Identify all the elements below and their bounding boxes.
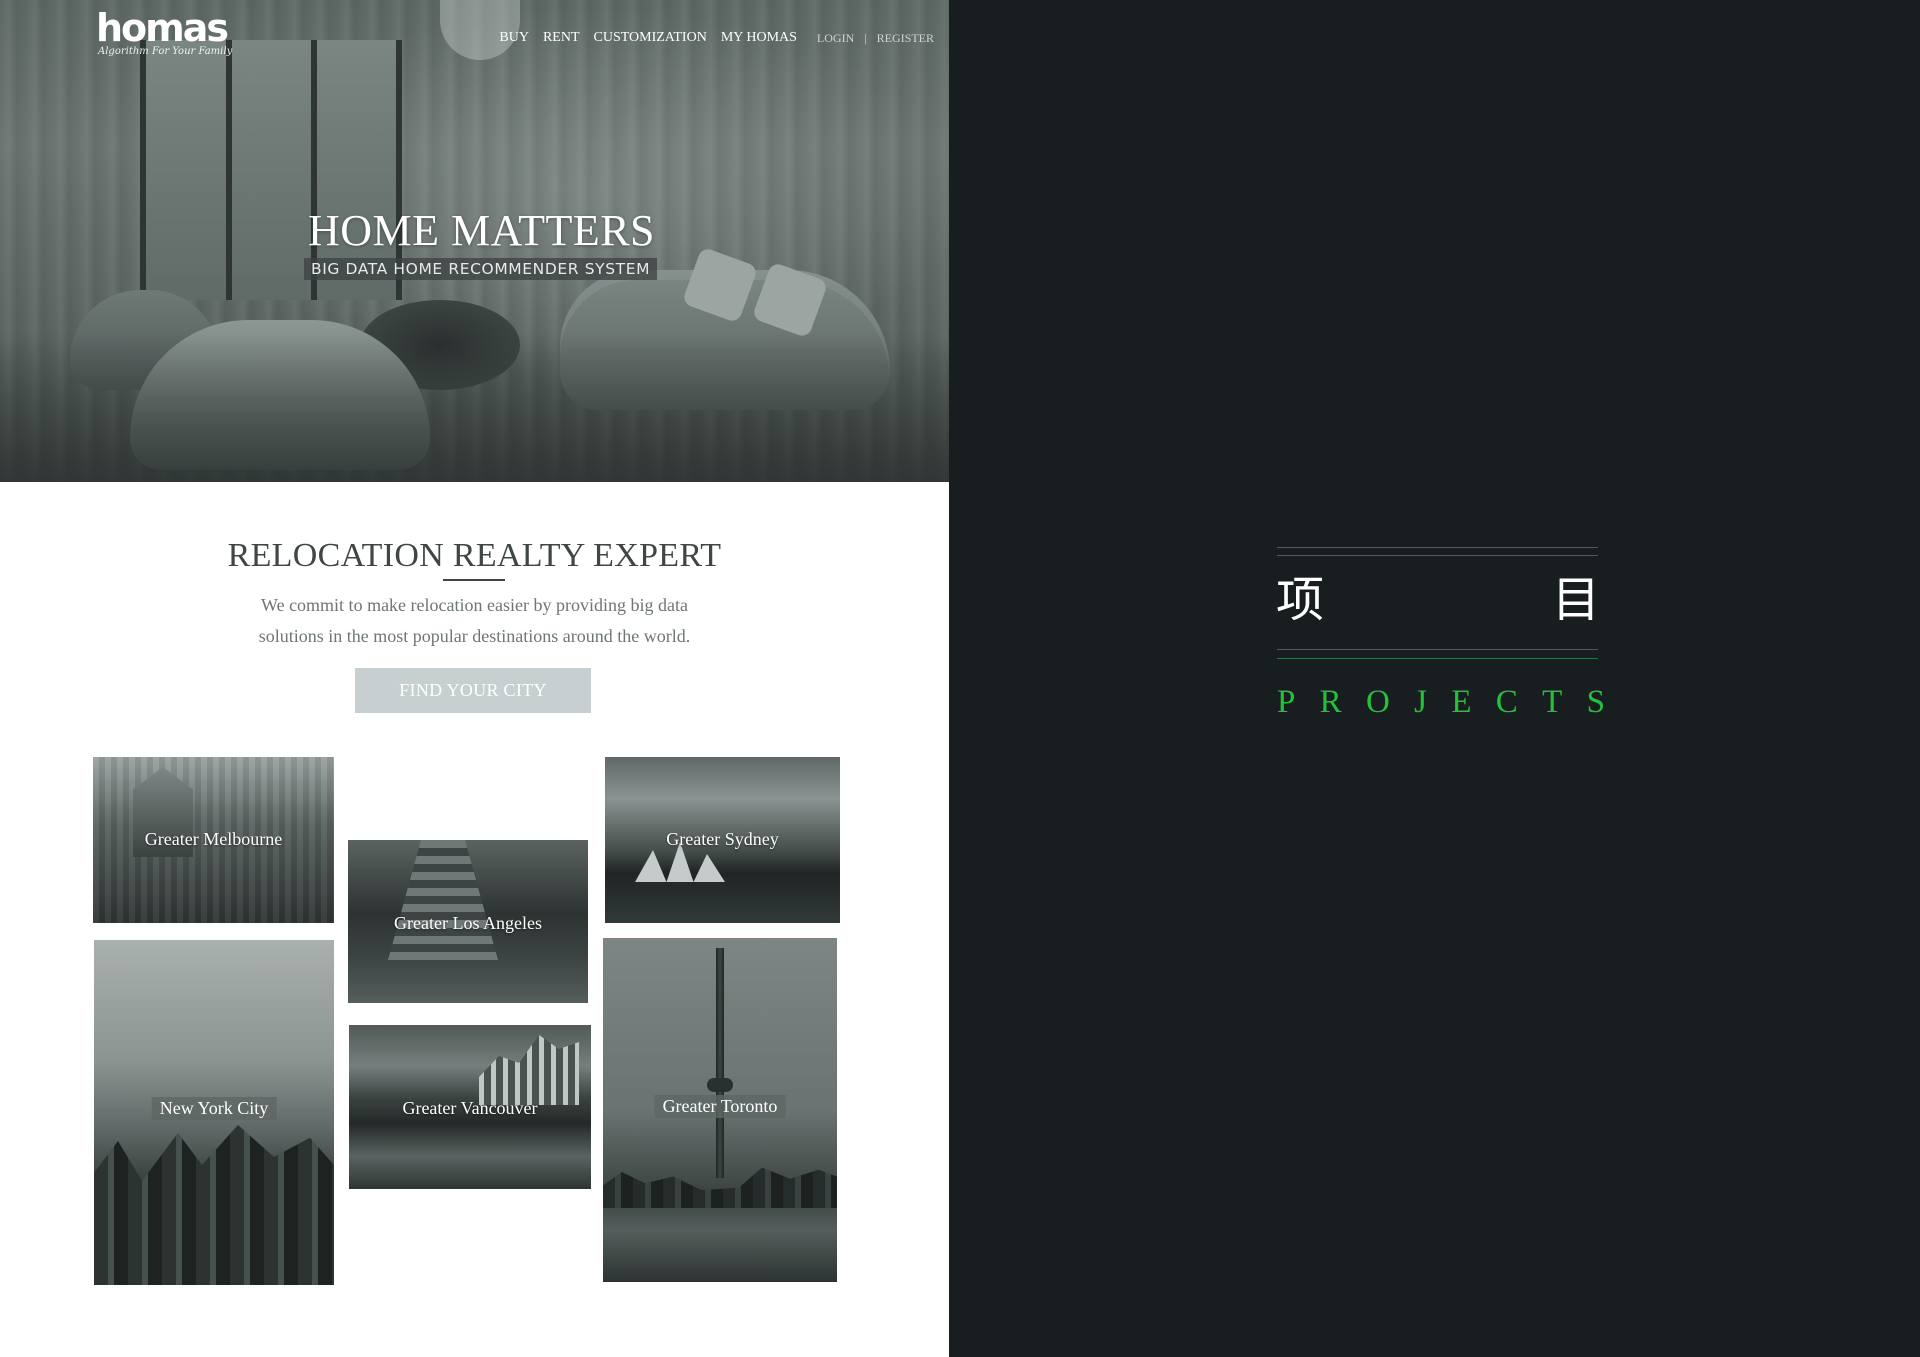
city-tile-los-angeles[interactable]: Greater Los Angeles [348, 840, 588, 1003]
homas-logo[interactable]: homas Algorithm For Your Family [96, 8, 232, 57]
section-title-cn: 项 目 [1276, 572, 1600, 628]
en-letter: E [1451, 684, 1472, 720]
en-letter: P [1277, 684, 1296, 720]
intro-line-2: solutions in the most popular destinatio… [258, 626, 691, 646]
city-tile-sydney[interactable]: Greater Sydney [605, 757, 840, 923]
nav-buy[interactable]: BUY [499, 30, 529, 46]
en-letter: T [1542, 684, 1563, 720]
intro-text: We commit to make relocation easier by p… [0, 590, 949, 652]
find-your-city-button[interactable]: FIND YOUR CITY [355, 668, 591, 713]
nav-my-homas[interactable]: MY HOMAS [721, 30, 797, 46]
city-label: Greater Toronto [654, 1095, 786, 1118]
nav-separator: | [864, 30, 867, 45]
login-link[interactable]: LOGIN [817, 31, 854, 46]
intro-title: RELOCATION REALTY EXPERT [227, 537, 722, 574]
city-label: Greater Sydney [666, 829, 779, 849]
website-mockup: homas Algorithm For Your Family BUY RENT… [0, 0, 949, 1357]
city-tile-new-york[interactable]: New York City [94, 940, 334, 1285]
city-label: New York City [151, 1097, 277, 1120]
cn-char-right: 目 [1551, 572, 1600, 628]
intro-underline [443, 579, 505, 581]
city-label: Greater Vancouver [402, 1098, 538, 1118]
cn-char-left: 项 [1276, 572, 1325, 628]
hero-floor [0, 332, 949, 482]
title-rule-top-2 [1277, 555, 1598, 556]
en-letter: C [1495, 684, 1518, 720]
en-letter: J [1414, 684, 1427, 720]
city-tile-toronto[interactable]: Greater Toronto [603, 938, 837, 1282]
en-letter: O [1366, 684, 1390, 720]
en-letter: S [1586, 684, 1605, 720]
section-title-en: P R O J E C T S [1277, 684, 1605, 721]
en-letter: R [1319, 684, 1342, 720]
nav-rent[interactable]: RENT [543, 30, 580, 46]
hero-title: HOME MATTERS [308, 206, 656, 255]
title-rule-bottom-2 [1277, 658, 1598, 659]
city-label: Greater Melbourne [144, 829, 283, 849]
main-nav: BUY RENT CUSTOMIZATION MY HOMAS LOGIN | … [485, 30, 934, 46]
city-tile-melbourne[interactable]: Greater Melbourne [93, 757, 334, 923]
intro-line-1: We commit to make relocation easier by p… [261, 595, 688, 615]
title-rule-top-1 [1277, 547, 1598, 548]
cn-tower-pod [707, 1078, 733, 1092]
register-link[interactable]: REGISTER [877, 31, 934, 46]
hero-subtitle: BIG DATA HOME RECOMMENDER SYSTEM [304, 258, 658, 280]
cn-tower [716, 948, 724, 1178]
nav-customization[interactable]: CUSTOMIZATION [594, 30, 707, 46]
city-label: Greater Los Angeles [394, 913, 542, 933]
logo-tagline: Algorithm For Your Family [98, 46, 233, 57]
city-tile-vancouver[interactable]: Greater Vancouver [349, 1025, 591, 1189]
hero-banner: homas Algorithm For Your Family BUY RENT… [0, 0, 949, 482]
logo-wordmark: homas [96, 6, 229, 50]
title-rule-bottom-1 [1277, 649, 1598, 650]
